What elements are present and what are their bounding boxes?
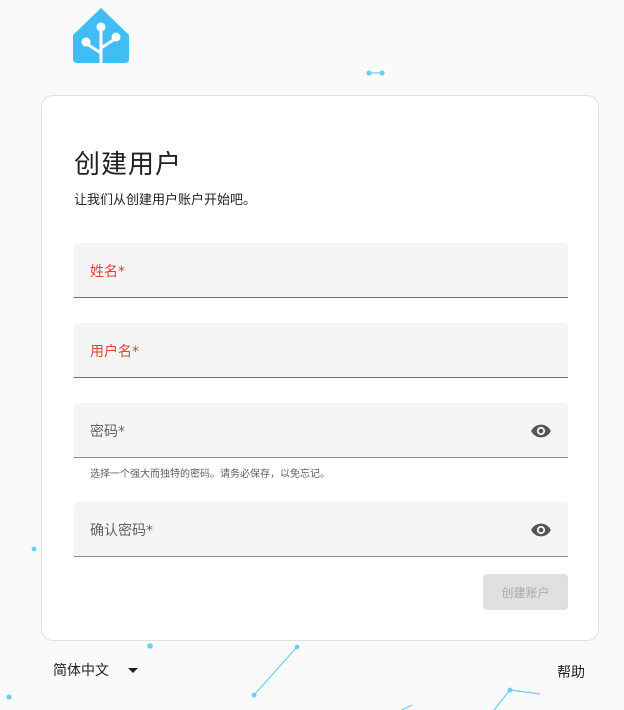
username-field[interactable]: 用户名*	[74, 323, 568, 378]
name-field[interactable]: 姓名*	[74, 243, 568, 298]
page-subtitle: 让我们从创建用户账户开始吧。	[74, 193, 257, 208]
page-title: 创建用户	[74, 150, 183, 180]
onboarding-page: 创建用户 让我们从创建用户账户开始吧。 姓名* 用户名* 密码* 选择一个强大而…	[0, 0, 624, 710]
help-link[interactable]: 帮助	[557, 662, 585, 682]
eye-icon[interactable]	[530, 420, 552, 442]
confirm-password-field-label: 确认密码*	[90, 523, 153, 539]
confirm-password-field[interactable]: 确认密码*	[74, 502, 568, 557]
name-field-label: 姓名*	[90, 264, 125, 280]
language-selector[interactable]: 简体中文	[53, 660, 138, 680]
create-account-button[interactable]: 创建账户	[483, 574, 568, 610]
password-field[interactable]: 密码*	[74, 403, 568, 458]
eye-icon[interactable]	[530, 519, 552, 541]
password-helper-text: 选择一个强大而独特的密码。请务必保存，以免忘记。	[90, 469, 330, 480]
password-field-label: 密码*	[90, 424, 125, 440]
language-selector-label: 简体中文	[53, 663, 109, 679]
username-field-label: 用户名*	[90, 344, 139, 360]
caret-down-icon	[128, 667, 138, 673]
home-assistant-logo-icon	[73, 8, 129, 65]
create-user-card: 创建用户 让我们从创建用户账户开始吧。 姓名* 用户名* 密码* 选择一个强大而…	[41, 95, 599, 641]
